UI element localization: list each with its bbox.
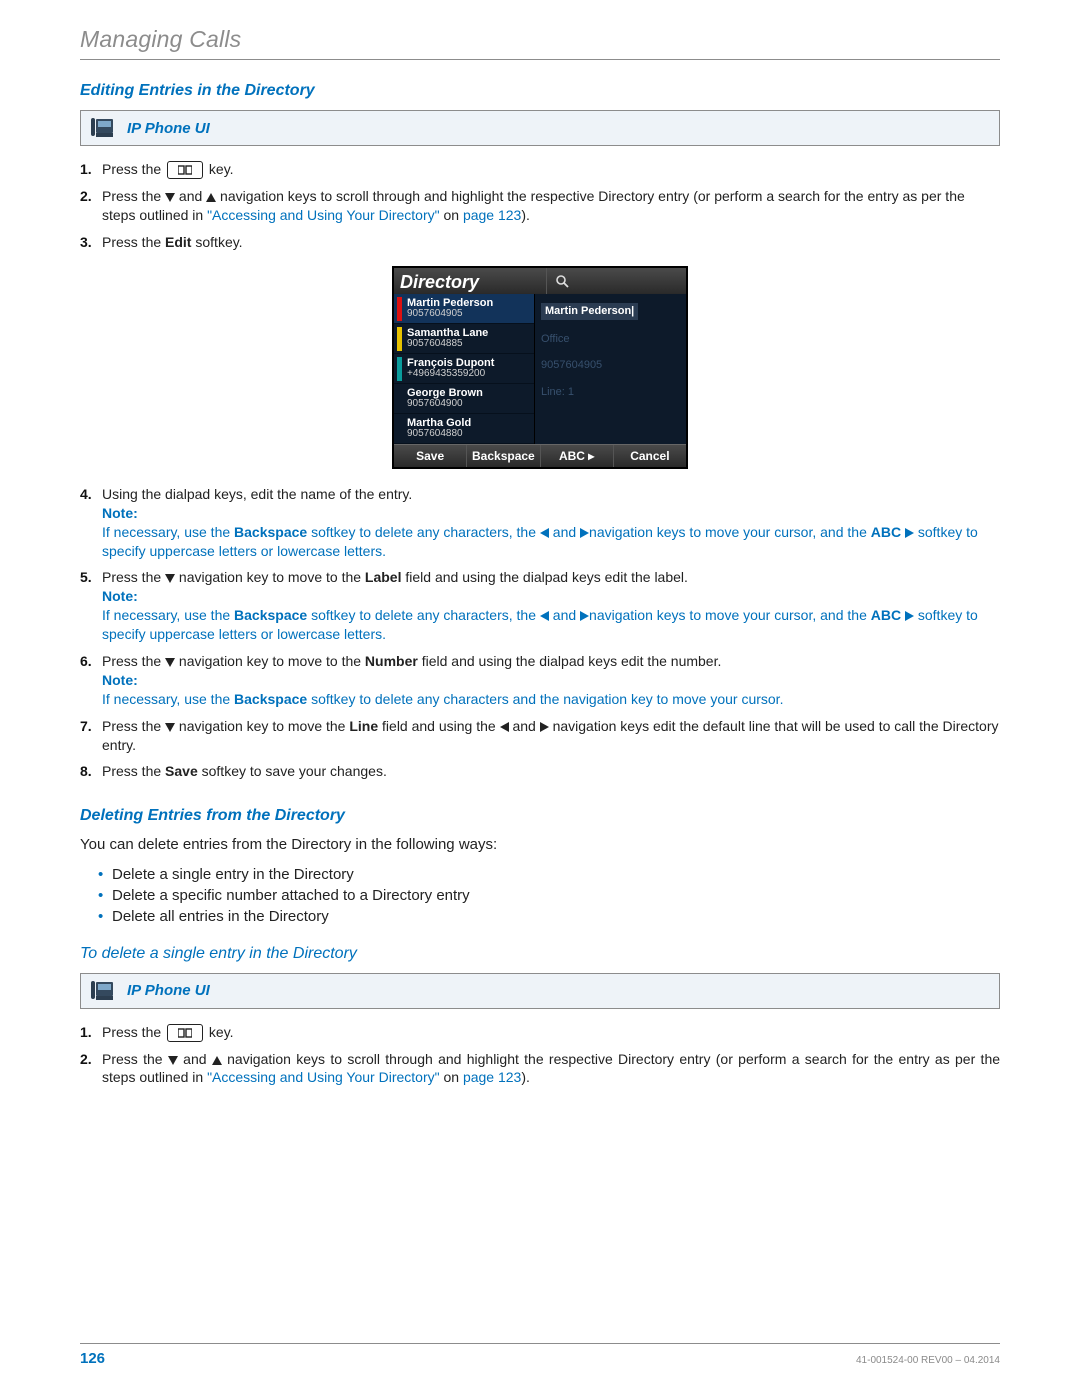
page-number: 126 [80, 1350, 105, 1367]
ip-phone-ui-label: IP Phone UI [127, 120, 210, 137]
step-number: 1. [80, 1023, 102, 1042]
step-body: Press the Edit softkey. [102, 233, 1000, 252]
xref-link[interactable]: "Accessing and Using Your Directory" [207, 1069, 440, 1085]
presence-swatch [397, 417, 402, 441]
running-title: Managing Calls [80, 26, 1000, 53]
directory-key-icon [167, 161, 203, 179]
footer-rule [80, 1343, 1000, 1344]
step-body: Press the and navigation keys to scroll … [102, 1050, 1000, 1088]
list-item: Delete a single entry in the Directory [98, 866, 1000, 883]
list-item: Delete a specific number attached to a D… [98, 887, 1000, 904]
step-body: Press the key. [102, 160, 1000, 179]
list-item: Martin Pederson9057604905 [394, 294, 534, 324]
step-row: 5. Press the navigation key to move to t… [80, 568, 1000, 644]
step-body: Press the and navigation keys to scroll … [102, 187, 1000, 225]
nav-down-icon [168, 1056, 178, 1065]
list-item: Martha Gold9057604880 [394, 414, 534, 444]
ip-phone-ui-label: IP Phone UI [127, 982, 210, 999]
directory-key-icon [167, 1024, 203, 1042]
step-row: 7. Press the navigation key to move the … [80, 717, 1000, 755]
step-number: 6. [80, 652, 102, 671]
xref-link[interactable]: "Accessing and Using Your Directory" [207, 207, 440, 223]
step-body: Press the navigation key to move to the … [102, 568, 1000, 644]
nav-down-icon [165, 193, 175, 202]
presence-swatch [397, 357, 402, 381]
page-link[interactable]: page 123 [463, 1069, 521, 1085]
step-body: Press the navigation key to move to the … [102, 652, 1000, 709]
search-icon [555, 274, 569, 288]
contact-detail: Martin Pederson| Office 9057604905 Line:… [535, 294, 686, 444]
softkey-cancel: Cancel [614, 445, 686, 467]
softkey-bar: Save Backspace ABC ▸ Cancel [394, 444, 686, 467]
page-footer: 126 41-001524-00 REV00 – 04.2014 [80, 1343, 1000, 1367]
presence-swatch [397, 387, 402, 411]
desk-phone-icon [89, 115, 117, 141]
list-item: George Brown9057604900 [394, 384, 534, 414]
nav-down-icon [165, 658, 175, 667]
softkey-abc: ABC ▸ [541, 445, 614, 467]
step-body: Using the dialpad keys, edit the name of… [102, 485, 1000, 561]
screen-title: Directory [394, 268, 546, 294]
step-number: 1. [80, 160, 102, 179]
step-number: 7. [80, 717, 102, 736]
nav-right-icon [905, 611, 914, 621]
softkey-save: Save [394, 445, 467, 467]
step-row: 1. Press the key. [80, 160, 1000, 179]
doc-id: 41-001524-00 REV00 – 04.2014 [856, 1355, 1000, 1366]
softkey-backspace: Backspace [467, 445, 540, 467]
detail-name-value: Martin Pederson| [541, 303, 638, 320]
edit-steps: 1. Press the key. 2. Press the and navig… [80, 160, 1000, 781]
step-number: 3. [80, 233, 102, 252]
step-number: 8. [80, 762, 102, 781]
list-item: Samantha Lane9057604885 [394, 324, 534, 354]
nav-down-icon [165, 723, 175, 732]
step-row: 1. Press the key. [80, 1023, 1000, 1042]
phone-screenshot: Directory Martin Pederson9057604905 Sama… [80, 266, 1000, 469]
nav-right-icon [905, 528, 914, 538]
section-heading-deleting: Deleting Entries from the Directory [80, 807, 1000, 825]
step-row: 6. Press the navigation key to move to t… [80, 652, 1000, 709]
step-row: 4. Using the dialpad keys, edit the name… [80, 485, 1000, 561]
screen-search [546, 268, 686, 294]
step-row: 8. Press the Save softkey to save your c… [80, 762, 1000, 781]
ip-phone-ui-box: IP Phone UI [80, 973, 1000, 1009]
nav-left-icon [540, 611, 549, 621]
list-item: François Dupont+4969435359200 [394, 354, 534, 384]
presence-swatch [397, 297, 402, 321]
step-body: Press the key. [102, 1023, 1000, 1042]
section-heading-editing: Editing Entries in the Directory [80, 82, 1000, 100]
ip-phone-ui-box: IP Phone UI [80, 110, 1000, 146]
step-row: 2. Press the and navigation keys to scro… [80, 1050, 1000, 1088]
subsection-heading-delete-single: To delete a single entry in the Director… [80, 945, 1000, 963]
step-number: 4. [80, 485, 102, 504]
step-row: 2. Press the and navigation keys to scro… [80, 187, 1000, 225]
step-body: Press the navigation key to move the Lin… [102, 717, 1000, 755]
nav-up-icon [206, 193, 216, 202]
step-row: 3. Press the Edit softkey. [80, 233, 1000, 252]
nav-left-icon [540, 528, 549, 538]
step-body: Press the Save softkey to save your chan… [102, 762, 1000, 781]
list-item: Delete all entries in the Directory [98, 908, 1000, 925]
nav-right-icon [540, 722, 549, 732]
nav-up-icon [212, 1056, 222, 1065]
nav-left-icon [500, 722, 509, 732]
page-link[interactable]: page 123 [463, 207, 521, 223]
step-number: 5. [80, 568, 102, 587]
desk-phone-icon [89, 978, 117, 1004]
nav-right-icon [580, 611, 589, 621]
nav-right-icon [580, 528, 589, 538]
presence-swatch [397, 327, 402, 351]
delete-intro: You can delete entries from the Director… [80, 835, 1000, 855]
contact-list: Martin Pederson9057604905 Samantha Lane9… [394, 294, 535, 444]
nav-down-icon [165, 574, 175, 583]
header-rule [80, 59, 1000, 60]
step-number: 2. [80, 1050, 102, 1069]
step-number: 2. [80, 187, 102, 206]
delete-steps: 1. Press the key. 2. Press the and navig… [80, 1023, 1000, 1088]
delete-options-list: Delete a single entry in the Directory D… [98, 866, 1000, 925]
